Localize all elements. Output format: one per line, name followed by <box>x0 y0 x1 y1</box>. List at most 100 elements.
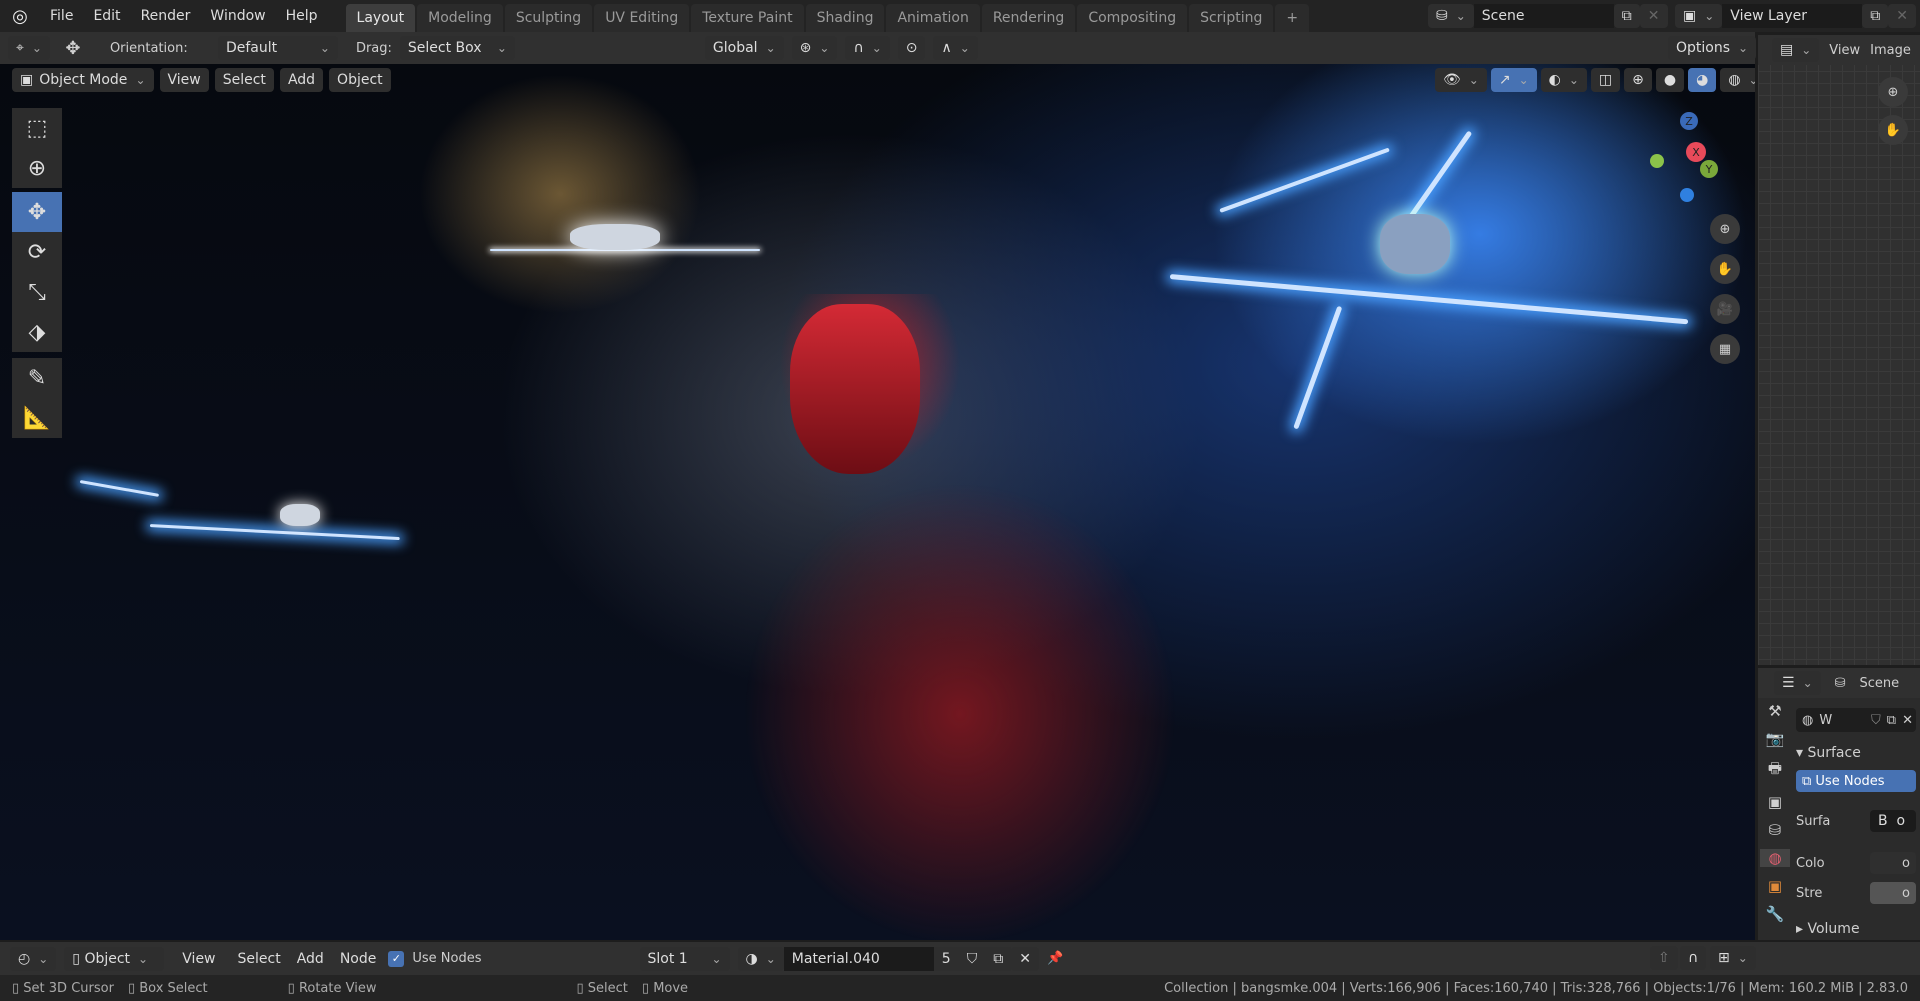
properties-editor-type-icon[interactable]: ☰ <box>1774 671 1821 695</box>
surface-shader-field[interactable]: B o <box>1870 810 1916 832</box>
material-shading-icon[interactable]: ◕ <box>1688 68 1717 92</box>
image-editor[interactable]: ▤ View Image ⊕ ✋ <box>1758 35 1920 665</box>
strength-field[interactable]: o <box>1870 882 1916 904</box>
new-scene-icon[interactable]: ⧉ <box>1613 4 1640 28</box>
transform-orientation-dropdown[interactable]: Global <box>704 36 784 60</box>
proportional-edit-icon[interactable]: ⊙ <box>897 36 926 60</box>
menu-window[interactable]: Window <box>200 8 275 24</box>
wireframe-shading-icon[interactable]: ⊕ <box>1624 68 1652 92</box>
pin-icon[interactable]: 📌 <box>1047 951 1063 966</box>
tab-scripting[interactable]: Scripting <box>1189 4 1274 32</box>
visibility-icon[interactable]: 👁 <box>1435 68 1487 92</box>
gizmo-neg-y[interactable] <box>1650 154 1664 168</box>
image-menu-image[interactable]: Image <box>1870 43 1911 58</box>
menu-render[interactable]: Render <box>131 8 201 24</box>
world-tab-icon[interactable]: ◍ <box>1760 849 1790 867</box>
pan-hand-icon[interactable]: ✋ <box>1710 254 1740 284</box>
transform-tool-icon[interactable]: ⬗ <box>12 312 62 352</box>
select-box-tool-icon[interactable]: ⬚ <box>12 108 62 148</box>
volume-panel-header[interactable]: ▸ Volume <box>1796 914 1916 944</box>
viewport-menu-view[interactable]: View <box>159 68 209 92</box>
output-tab-icon[interactable]: 🖶 <box>1768 758 1782 783</box>
tab-compositing[interactable]: Compositing <box>1077 4 1188 32</box>
node-menu-add[interactable]: Add <box>293 951 328 967</box>
gizmo-neg-z[interactable] <box>1680 188 1694 202</box>
navigation-gizmo[interactable]: X Y Z <box>1640 104 1730 202</box>
measure-tool-icon[interactable]: 📐 <box>12 398 62 438</box>
perspective-grid-icon[interactable]: ▦ <box>1710 334 1740 364</box>
scene-tab-icon[interactable]: ⛁ <box>1769 821 1782 839</box>
node-object-dropdown[interactable]: ▯ Object <box>64 946 165 971</box>
fake-user-icon[interactable]: ⛉ <box>1868 713 1884 728</box>
gizmo-x-axis[interactable]: X <box>1686 142 1706 162</box>
snap-element-icon[interactable]: ⊞ <box>1710 946 1756 970</box>
rendered-shading-icon[interactable]: ◍ <box>1720 68 1755 92</box>
menu-file[interactable]: File <box>40 8 83 24</box>
material-browse-icon[interactable]: ◑ <box>737 946 784 971</box>
material-name-field[interactable]: Material.040 <box>783 946 934 971</box>
tab-layout[interactable]: Layout <box>345 4 416 32</box>
solid-shading-icon[interactable]: ● <box>1655 68 1685 92</box>
view-layer-icon[interactable]: ▣ <box>1675 4 1723 28</box>
new-view-layer-icon[interactable]: ⧉ <box>1862 4 1889 28</box>
node-editor-type-icon[interactable]: ◴ <box>10 946 57 971</box>
orientation-dropdown[interactable]: Default <box>217 36 338 60</box>
node-snap-icon[interactable]: ∩ <box>1680 946 1707 970</box>
add-workspace-button[interactable]: + <box>1275 4 1310 32</box>
menu-help[interactable]: Help <box>276 8 328 24</box>
delete-scene-icon[interactable]: ✕ <box>1639 4 1668 28</box>
tool-tab-icon[interactable]: ⚒ <box>1768 702 1781 720</box>
annotate-tool-icon[interactable]: ✎ <box>12 358 62 398</box>
delete-view-layer-icon[interactable]: ✕ <box>1888 4 1917 28</box>
parent-node-tree-icon[interactable]: ⇧ <box>1650 946 1678 970</box>
node-menu-node[interactable]: Node <box>336 951 381 967</box>
slot-dropdown[interactable]: Slot 1 <box>639 946 730 971</box>
node-menu-view[interactable]: View <box>172 951 225 967</box>
scale-tool-icon[interactable]: ⤡ <box>12 272 62 312</box>
use-nodes-button[interactable]: ⧉ Use Nodes <box>1796 770 1916 792</box>
move-tool-icon[interactable]: ✥ <box>12 192 62 232</box>
fake-user-icon[interactable]: ⛉ <box>958 946 986 971</box>
viewport-menu-select[interactable]: Select <box>214 68 274 92</box>
color-field[interactable]: o <box>1870 852 1916 874</box>
node-menu-select[interactable]: Select <box>234 951 285 967</box>
tab-modeling[interactable]: Modeling <box>417 4 503 32</box>
image-menu-view[interactable]: View <box>1829 43 1860 58</box>
view-layer-tab-icon[interactable]: ▣ <box>1768 793 1782 811</box>
modifier-tab-icon[interactable]: 🔧 <box>1766 905 1785 923</box>
options-dropdown[interactable]: Options <box>1668 36 1757 60</box>
use-nodes-checkbox[interactable]: ✓ <box>388 950 405 967</box>
mode-dropdown[interactable]: ▣ Object Mode <box>12 68 154 92</box>
pan-hand-icon[interactable]: ✋ <box>1878 115 1908 145</box>
falloff-icon[interactable]: ∧ <box>933 36 978 60</box>
view-layer-field[interactable]: View Layer <box>1722 4 1863 28</box>
3d-viewport[interactable]: ▣ Object Mode View Select Add Object 👁 ↗ … <box>0 64 1755 940</box>
viewport-menu-object[interactable]: Object <box>329 68 391 92</box>
viewport-menu-add[interactable]: Add <box>279 68 324 92</box>
menu-edit[interactable]: Edit <box>83 8 130 24</box>
overlay-icon[interactable]: ◐ <box>1540 68 1587 92</box>
gizmo-y-axis[interactable]: Y <box>1700 160 1718 178</box>
material-users-count[interactable]: 5 <box>933 946 959 971</box>
drag-dropdown[interactable]: Select Box <box>399 36 515 60</box>
unlink-material-icon[interactable]: ✕ <box>1011 946 1039 971</box>
xray-icon[interactable]: ◫ <box>1590 68 1621 92</box>
world-name[interactable]: W <box>1819 713 1868 728</box>
new-world-icon[interactable]: ⧉ <box>1884 713 1899 728</box>
tab-texture-paint[interactable]: Texture Paint <box>691 4 804 32</box>
object-tab-icon[interactable]: ▣ <box>1768 877 1782 895</box>
tab-sculpting[interactable]: Sculpting <box>504 4 593 32</box>
gizmo-toggle-icon[interactable]: ↗ <box>1490 68 1537 92</box>
surface-panel-header[interactable]: ▾ Surface <box>1796 736 1916 770</box>
scene-selector-icon[interactable]: ⛁ <box>1428 4 1474 28</box>
gizmo-z-axis[interactable]: Z <box>1680 112 1698 130</box>
new-material-icon[interactable]: ⧉ <box>985 946 1012 971</box>
tab-uv-editing[interactable]: UV Editing <box>594 4 690 32</box>
render-tab-icon[interactable]: 📷 <box>1766 730 1785 748</box>
pivot-point-icon[interactable]: ⊛ <box>791 36 838 60</box>
snap-icon[interactable]: ∩ <box>845 36 890 60</box>
rotate-tool-icon[interactable]: ⟳ <box>12 232 62 272</box>
cursor-tool-icon[interactable]: ⊕ <box>12 148 62 188</box>
tab-animation[interactable]: Animation <box>886 4 980 32</box>
tab-shading[interactable]: Shading <box>805 4 885 32</box>
